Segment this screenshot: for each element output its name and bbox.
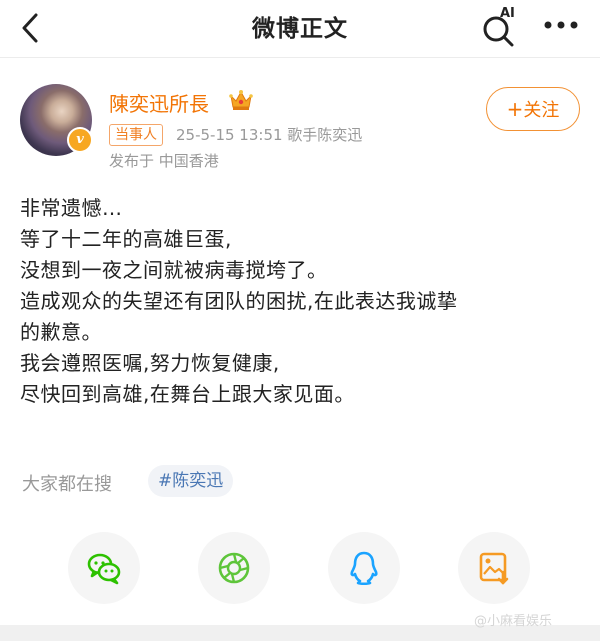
crown-icon xyxy=(229,90,253,110)
follow-label: 关注 xyxy=(523,100,560,121)
share-wechat-button[interactable] xyxy=(68,532,140,604)
post-meta: 25-5-15 13:51 歌手陈奕迅 xyxy=(176,126,363,144)
content-line: 的歉意。 xyxy=(20,320,102,344)
top-bar: 微博正文 AI xyxy=(0,0,600,56)
share-qq-button[interactable] xyxy=(328,532,400,604)
content-line: 造成观众的失望还有团队的困扰,在此表达我诚挚 xyxy=(20,289,458,313)
content-line: 等了十二年的高雄巨蛋, xyxy=(20,227,232,251)
post-location: 发布于 中国香港 xyxy=(109,152,219,170)
verified-badge-icon: v xyxy=(67,127,93,153)
ai-label: AI xyxy=(500,6,515,21)
content-line: 没想到一夜之间就被病毒搅垮了。 xyxy=(20,258,328,282)
content-line: 非常遗憾… xyxy=(20,196,123,220)
share-moments-button[interactable] xyxy=(198,532,270,604)
more-dots-icon xyxy=(544,21,578,29)
post-content: 非常遗憾… 等了十二年的高雄巨蛋, 没想到一夜之间就被病毒搅垮了。 造成观众的失… xyxy=(20,193,580,410)
content-line: 我会遵照医嘱,努力恢复健康, xyxy=(20,351,280,375)
content-line: 尽快回到高雄,在舞台上跟大家见面。 xyxy=(20,382,355,406)
save-image-icon xyxy=(479,552,509,585)
wechat-icon xyxy=(87,553,121,585)
watermark: @小麻看娱乐 xyxy=(474,614,553,629)
trending-topic-chip[interactable]: #陈奕迅 xyxy=(148,465,234,497)
moments-icon xyxy=(218,552,250,584)
plus-icon: + xyxy=(506,97,524,121)
trending-search-label: 大家都在搜 xyxy=(22,474,112,495)
follow-button[interactable]: +关注 xyxy=(486,87,580,131)
more-options-button[interactable] xyxy=(540,10,584,40)
author-avatar[interactable]: v xyxy=(20,84,93,156)
involved-party-badge: 当事人 xyxy=(109,124,163,146)
ai-search-button[interactable]: AI xyxy=(480,6,524,47)
author-name[interactable]: 陳奕迅所長 xyxy=(109,88,209,117)
header-divider xyxy=(0,57,600,58)
save-image-button[interactable] xyxy=(458,532,530,604)
qq-icon xyxy=(350,551,378,586)
